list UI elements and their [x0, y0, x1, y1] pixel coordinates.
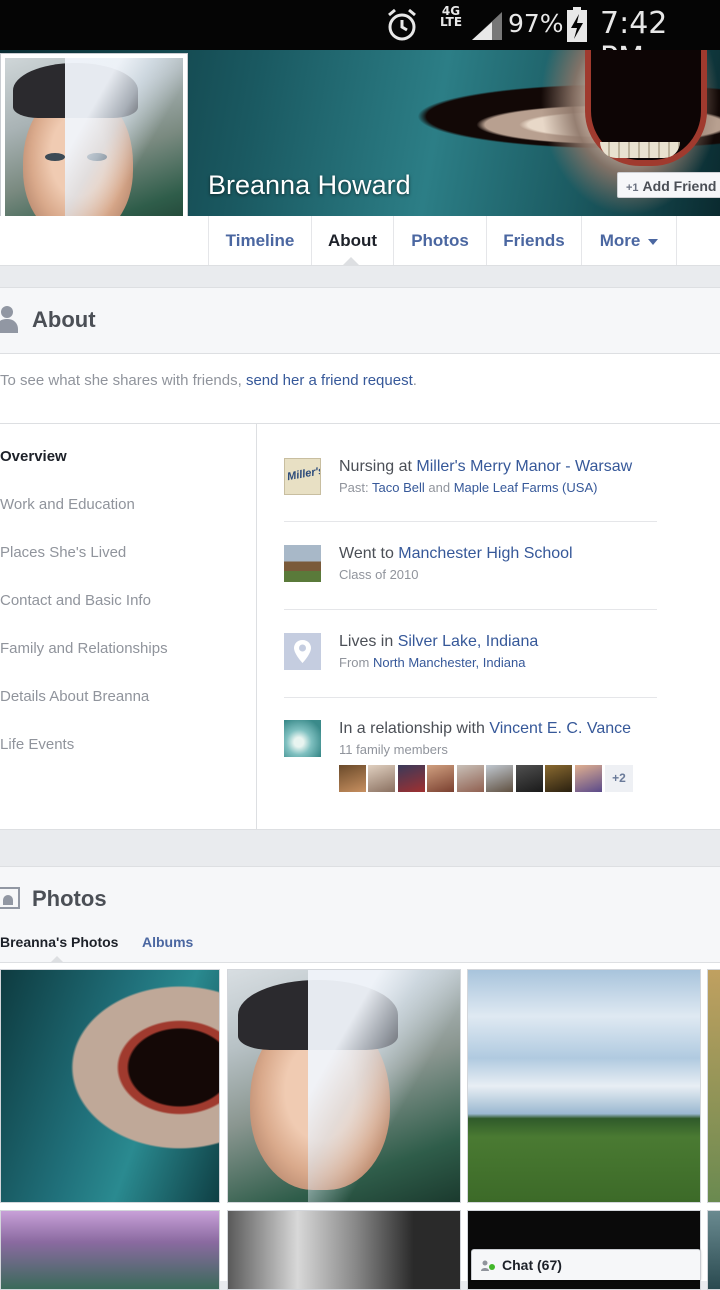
nav-overview[interactable]: Overview [0, 448, 67, 465]
family-member-avatar[interactable] [339, 765, 366, 792]
family-member-avatar[interactable] [516, 765, 543, 792]
current-city-link[interactable]: Silver Lake, Indiana [398, 633, 539, 650]
photos-header: Photos Breanna's Photos Albums [0, 867, 720, 963]
nav-contact-info[interactable]: Contact and Basic Info [0, 592, 151, 609]
photo-thumbnail[interactable] [0, 969, 220, 1203]
family-member-avatar[interactable] [575, 765, 602, 792]
about-card: About To see what she shares with friend… [0, 287, 720, 830]
family-member-avatar[interactable] [368, 765, 395, 792]
network-indicator: 4G LTE [439, 4, 463, 29]
school-link[interactable]: Manchester High School [398, 545, 572, 562]
tab-user-photos[interactable]: Breanna's Photos [0, 934, 118, 950]
employer-logo[interactable]: Miller's [284, 458, 321, 495]
battery-charging-icon [567, 7, 587, 42]
tab-photos[interactable]: Photos [393, 216, 486, 265]
tab-albums[interactable]: Albums [142, 934, 193, 950]
nav-details[interactable]: Details About Breanna [0, 688, 149, 705]
add-friend-label: Add Friend [642, 178, 717, 194]
online-friends-icon [481, 1260, 495, 1271]
tab-timeline[interactable]: Timeline [208, 216, 311, 265]
partner-photo[interactable] [284, 720, 321, 757]
past-employer-2-link[interactable]: Maple Leaf Farms (USA) [454, 480, 598, 495]
hometown-link[interactable]: North Manchester, Indiana [373, 655, 525, 670]
class-of: Class of 2010 [339, 567, 419, 582]
family-count: 11 family members [339, 742, 448, 757]
active-tab-indicator [343, 257, 359, 265]
photo-thumbnail[interactable] [467, 969, 701, 1203]
send-friend-request-link[interactable]: send her a friend request [246, 372, 413, 389]
partner-link[interactable]: Vincent E. C. Vance [489, 720, 631, 737]
nav-work-education[interactable]: Work and Education [0, 496, 135, 513]
avatar-image [5, 58, 183, 241]
school-photo[interactable] [284, 545, 321, 582]
add-friend-icon: +1 [626, 182, 639, 194]
tab-more[interactable]: More [581, 216, 677, 265]
cover-teeth-shape [600, 142, 680, 158]
photo-thumbnail[interactable] [227, 969, 461, 1203]
chat-bar[interactable]: Chat (67) [471, 1249, 701, 1280]
profile-tabs: Timeline About Photos Friends More [0, 216, 720, 266]
add-friend-button[interactable]: +1 Add Friend [617, 172, 720, 198]
active-subtab-indicator [50, 956, 64, 963]
family-member-avatar[interactable] [398, 765, 425, 792]
friend-request-notice: To see what she shares with friends, sen… [0, 372, 417, 389]
location-pin-icon [284, 633, 321, 670]
about-title: About [32, 307, 96, 332]
family-member-avatar[interactable] [545, 765, 572, 792]
photo-thumbnail[interactable] [227, 1210, 461, 1290]
about-header: About [0, 288, 720, 354]
chevron-down-icon [648, 238, 659, 245]
signal-icon [472, 12, 502, 40]
nav-family-relationships[interactable]: Family and Relationships [0, 640, 168, 657]
nav-life-events[interactable]: Life Events [0, 736, 74, 753]
employer-link[interactable]: Miller's Merry Manor - Warsaw [416, 458, 632, 475]
more-family-button[interactable]: +2 [605, 765, 633, 792]
family-member-avatar[interactable] [427, 765, 454, 792]
past-employer-1-link[interactable]: Taco Bell [372, 480, 425, 495]
alarm-icon [388, 8, 416, 41]
person-icon [0, 306, 18, 334]
profile-name[interactable]: Breanna Howard [208, 170, 411, 201]
photos-title: Photos [32, 886, 107, 911]
photo-thumbnail[interactable] [707, 1210, 720, 1290]
battery-percent: 97% [508, 9, 564, 38]
photo-thumbnail[interactable] [707, 969, 720, 1203]
photo-thumbnail[interactable] [0, 1210, 220, 1290]
tab-friends[interactable]: Friends [486, 216, 581, 265]
chat-label: Chat (67) [502, 1257, 562, 1273]
family-member-avatar[interactable] [457, 765, 484, 792]
photos-card: Photos Breanna's Photos Albums [0, 866, 720, 1290]
photo-album-icon [0, 887, 20, 909]
nav-places-lived[interactable]: Places She's Lived [0, 544, 126, 561]
family-member-avatar[interactable] [486, 765, 513, 792]
about-nav: Overview Work and Education Places She's… [0, 424, 257, 829]
status-bar: 4G LTE 97% 7:42 PM [0, 0, 720, 76]
